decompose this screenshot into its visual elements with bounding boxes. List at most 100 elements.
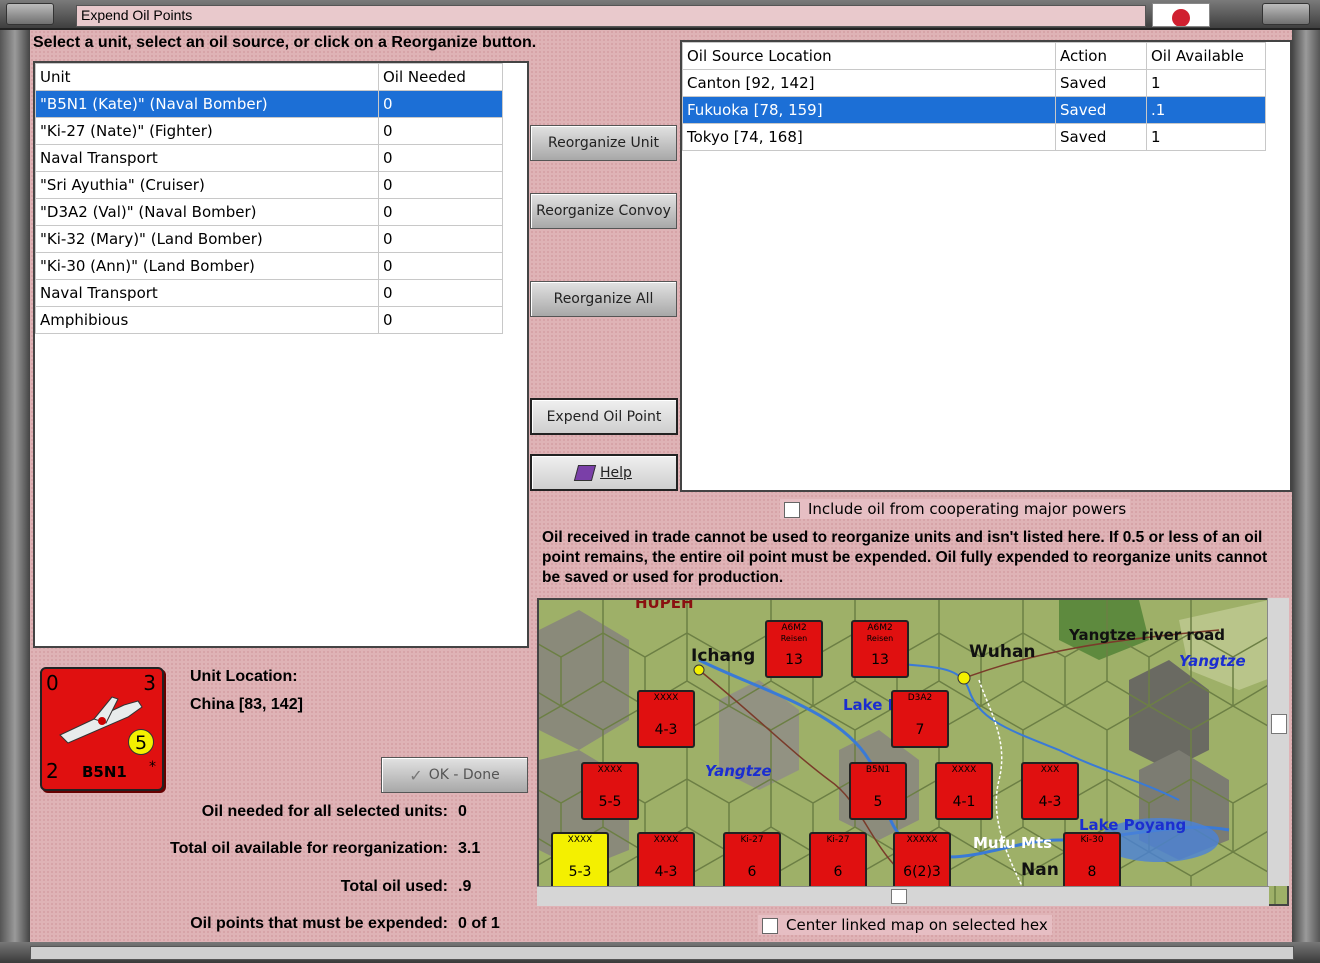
unit-oil-cell: 0 <box>378 306 503 334</box>
unit-row[interactable]: Naval Transport 0 <box>35 279 503 307</box>
unit-row[interactable]: "Ki-32 (Mary)" (Land Bomber) 0 <box>35 225 503 253</box>
horizontal-scroll-thumb[interactable] <box>891 889 907 904</box>
map-counter[interactable]: XXXX 4-1 <box>935 762 993 820</box>
system-menu-button[interactable] <box>6 3 54 25</box>
unit-row[interactable]: "Sri Ayuthia" (Cruiser) 0 <box>35 171 503 199</box>
oil-available-column-header[interactable]: Oil Available <box>1146 42 1266 70</box>
right-frame <box>1292 30 1320 963</box>
map-label-yangtze-east: Yangtze <box>1179 652 1246 670</box>
reorganize-convoy-button[interactable]: Reorganize Convoy <box>530 193 677 229</box>
help-button[interactable]: Help <box>530 454 678 491</box>
window-title: Expend Oil Points <box>76 5 1146 27</box>
unit-row[interactable]: "B5N1 (Kate)" (Naval Bomber) 0 <box>35 90 503 118</box>
map-counter[interactable]: XXXX 4-3 <box>637 690 695 748</box>
oil-available-cell: 1 <box>1146 69 1266 97</box>
unit-name-cell: "D3A2 (Val)" (Naval Bomber) <box>35 198 379 226</box>
unit-name-cell: Naval Transport <box>35 144 379 172</box>
unit-row[interactable]: "D3A2 (Val)" (Naval Bomber) 0 <box>35 198 503 226</box>
map-counter-value: 4-3 <box>654 722 678 738</box>
reorganize-all-button[interactable]: Reorganize All <box>530 281 677 317</box>
unit-name-cell: Naval Transport <box>35 279 379 307</box>
unit-oil-cell: 0 <box>378 90 503 118</box>
unit-name-cell: "Ki-32 (Mary)" (Land Bomber) <box>35 225 379 253</box>
unit-oil-cell: 0 <box>378 198 503 226</box>
map-counter-sub <box>1023 776 1077 794</box>
map-counter-value: 5 <box>873 794 883 810</box>
map-counter-sub: Reisen <box>780 634 808 643</box>
counter-star: * <box>149 759 156 775</box>
map-counter-value: 4-3 <box>1038 794 1062 810</box>
map-counter[interactable]: Ki-27 6 <box>809 832 867 890</box>
oil-source-list[interactable]: Oil Source Location Action Oil Available… <box>680 40 1292 492</box>
location-column-header[interactable]: Oil Source Location <box>682 42 1056 70</box>
map-counter[interactable]: XXXX 5-5 <box>581 762 639 820</box>
center-map-checkbox[interactable]: Center linked map on selected hex <box>758 915 1052 935</box>
map-counter-name: Ki-27 <box>740 835 764 845</box>
counter-bottom-left: 2 <box>46 759 59 783</box>
map-counter[interactable]: XXX 4-3 <box>1021 762 1079 820</box>
oil-source-row[interactable]: Canton [92, 142] Saved 1 <box>682 69 1266 97</box>
action-column-header[interactable]: Action <box>1055 42 1147 70</box>
map-counter-sub <box>893 704 947 722</box>
unit-row[interactable]: Amphibious 0 <box>35 306 503 334</box>
map-counter-name: Ki-27 <box>826 835 850 845</box>
map-counter-name: XXXX <box>567 835 593 845</box>
must-expend-value: 0 of 1 <box>458 915 500 932</box>
unit-row[interactable]: "Ki-30 (Ann)" (Land Bomber) 0 <box>35 252 503 280</box>
unit-oil-cell: 0 <box>378 225 503 253</box>
map-counter-sub <box>811 846 865 864</box>
checkbox-icon[interactable] <box>762 917 778 934</box>
unit-oil-cell: 0 <box>378 171 503 199</box>
counter-unit-name: B5N1 <box>82 763 127 781</box>
map-counter-name: XXXX <box>951 765 977 775</box>
linked-map[interactable]: HUPEH Ichang Wuhan Yangtze river road Ya… <box>537 598 1289 906</box>
map-counter-name: Ki-30 <box>1080 835 1104 845</box>
map-counter[interactable]: B5N1 5 <box>849 762 907 820</box>
include-oil-checkbox[interactable]: Include oil from cooperating major power… <box>780 499 1131 519</box>
oil-needed-column-header[interactable]: Oil Needed <box>378 63 503 91</box>
map-counter[interactable]: A6M2 Reisen 13 <box>851 620 909 678</box>
checkbox-icon[interactable] <box>784 501 800 518</box>
map-counter-name: XXX <box>1040 765 1060 775</box>
map-counter-name: XXXX <box>653 835 679 845</box>
map-vertical-scrollbar[interactable] <box>1267 598 1289 886</box>
map-counter-value: 5-5 <box>598 794 622 810</box>
close-button[interactable] <box>1262 3 1310 25</box>
airplane-icon <box>59 696 143 744</box>
unit-oil-cell: 0 <box>378 279 503 307</box>
unit-name-cell: "Ki-27 (Nate)" (Fighter) <box>35 117 379 145</box>
expend-oil-point-button[interactable]: Expend Oil Point <box>530 398 678 435</box>
map-label-wuhan: Wuhan <box>969 642 1036 662</box>
map-counter-value: 7 <box>915 722 925 738</box>
ok-done-button[interactable]: ✓ OK - Done <box>381 757 528 793</box>
oil-action-cell: Saved <box>1055 96 1147 124</box>
unit-column-header[interactable]: Unit <box>35 63 379 91</box>
map-counter[interactable]: D3A2 7 <box>891 690 949 748</box>
reorganize-unit-button[interactable]: Reorganize Unit <box>530 125 677 161</box>
oil-source-row[interactable]: Tokyo [74, 168] Saved 1 <box>682 123 1266 151</box>
unit-list[interactable]: Unit Oil Needed "B5N1 (Kate)" (Naval Bom… <box>33 61 529 648</box>
map-counter[interactable]: XXXX 5-3 <box>551 832 609 890</box>
oil-used-value: .9 <box>458 878 472 895</box>
oil-location-cell: Fukuoka [78, 159] <box>682 96 1056 124</box>
map-counter[interactable]: Ki-27 6 <box>723 832 781 890</box>
map-label-yangtze-west: Yangtze <box>705 762 772 780</box>
map-counter[interactable]: XXXXX 6(2)3 <box>893 832 951 890</box>
oil-source-row[interactable]: Fukuoka [78, 159] Saved .1 <box>682 96 1266 124</box>
unit-row[interactable]: "Ki-27 (Nate)" (Fighter) 0 <box>35 117 503 145</box>
map-counter-value: 13 <box>785 652 803 668</box>
map-counter[interactable]: Ki-30 8 <box>1063 832 1121 890</box>
map-horizontal-scrollbar[interactable] <box>537 886 1269 906</box>
instruction-text: Select a unit, select an oil source, or … <box>33 34 537 51</box>
include-oil-label: Include oil from cooperating major power… <box>808 500 1127 518</box>
map-label-nan: Nan <box>1021 860 1059 880</box>
map-counter[interactable]: A6M2 Reisen 13 <box>765 620 823 678</box>
map-label-mufu: Mufu Mts <box>973 834 1053 852</box>
vertical-scroll-thumb[interactable] <box>1271 714 1287 734</box>
map-counter-sub <box>895 846 949 864</box>
map-counter[interactable]: XXXX 4-3 <box>637 832 695 890</box>
map-counter-sub <box>553 846 607 864</box>
oil-available-cell: .1 <box>1146 96 1266 124</box>
unit-location-label: Unit Location: <box>190 668 298 685</box>
unit-row[interactable]: Naval Transport 0 <box>35 144 503 172</box>
